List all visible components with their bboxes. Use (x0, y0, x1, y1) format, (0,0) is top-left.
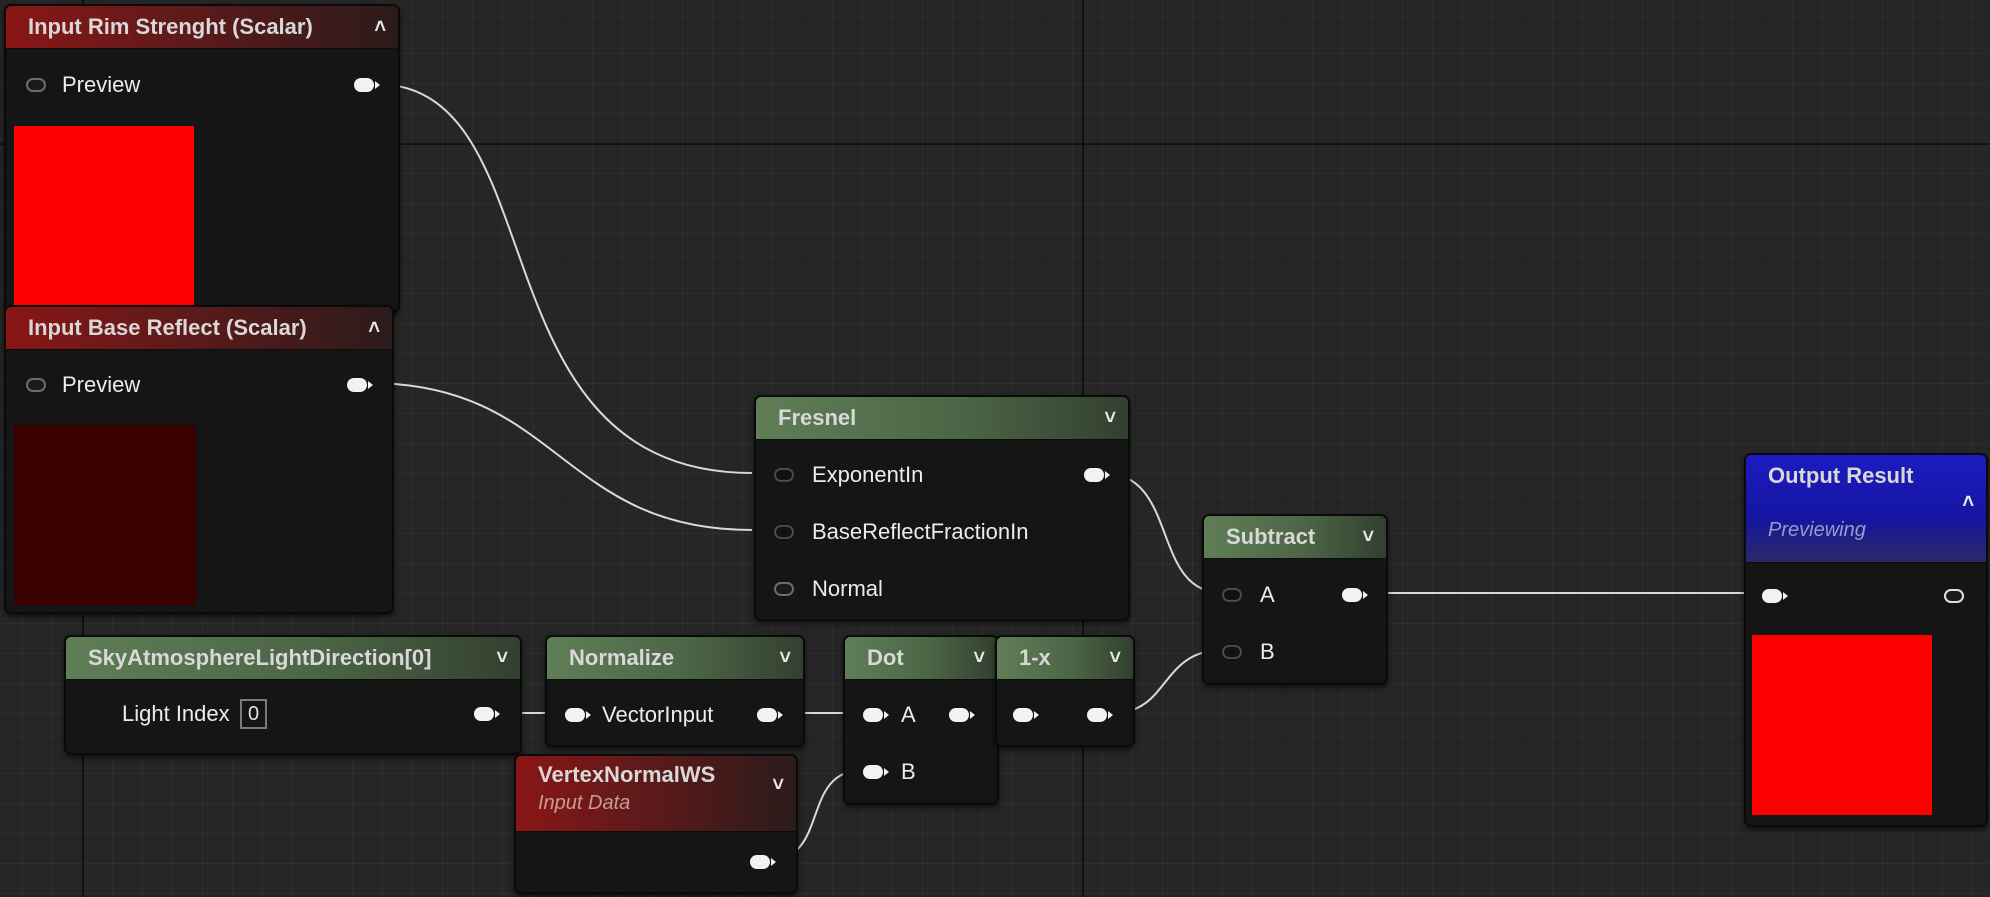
chevron-down-icon[interactable]: ˅ (496, 637, 508, 679)
input-pin[interactable] (26, 378, 46, 392)
node-header[interactable]: Subtract ˅ (1204, 516, 1386, 559)
node-title: VertexNormalWS (538, 762, 716, 787)
pin-label: BaseReflectFractionIn (812, 519, 1029, 544)
chevron-up-icon[interactable]: ˄ (1962, 491, 1974, 514)
node-normalize[interactable]: Normalize ˅ VectorInput (545, 635, 805, 747)
pin-label: B (1260, 639, 1275, 664)
node-header[interactable]: VertexNormalWS Input Data ˅ (516, 756, 796, 832)
output-pin[interactable] (474, 707, 500, 721)
chevron-down-icon[interactable]: ˅ (772, 774, 784, 797)
pin-label: Preview (62, 372, 141, 397)
pin-row-b: B (1204, 637, 1386, 667)
node-header[interactable]: Dot ˅ (845, 637, 997, 680)
output-pin[interactable] (949, 708, 975, 722)
output-pin[interactable] (347, 378, 373, 392)
chevron-down-icon[interactable]: ˅ (1104, 397, 1116, 439)
node-dot[interactable]: Dot ˅ A B (843, 635, 999, 805)
wire-base-to-basereflect (368, 382, 753, 531)
pin-row-result (1746, 581, 1986, 611)
input-pin[interactable] (26, 78, 46, 92)
input-pin[interactable] (863, 765, 889, 779)
node-input-rim-strength[interactable]: Input Rim Strenght (Scalar) ˄ Preview (4, 4, 400, 313)
node-header[interactable]: Input Base Reflect (Scalar) ˄ (6, 307, 392, 350)
input-pin[interactable] (863, 708, 889, 722)
pin-row-a: A (1204, 580, 1386, 610)
input-pin[interactable] (1222, 645, 1242, 659)
node-title: 1-x (1019, 645, 1051, 670)
node-header[interactable]: SkyAtmosphereLightDirection[0] ˅ (66, 637, 520, 680)
node-vertex-normal-ws[interactable]: VertexNormalWS Input Data ˅ (514, 754, 798, 894)
pin-row-a: A (845, 700, 997, 730)
pin-row-io (997, 700, 1133, 730)
preview-swatch (1752, 635, 1932, 815)
node-fresnel[interactable]: Fresnel ˅ ExponentIn BaseReflectFraction… (754, 395, 1130, 621)
pin-label: Normal (812, 576, 883, 601)
node-header[interactable]: Input Rim Strenght (Scalar) ˄ (6, 6, 398, 49)
output-pin[interactable] (354, 78, 380, 92)
node-input-base-reflect[interactable]: Input Base Reflect (Scalar) ˄ Preview (4, 305, 394, 614)
preview-swatch (14, 126, 194, 306)
node-subtract[interactable]: Subtract ˅ A B (1202, 514, 1388, 685)
input-pin[interactable] (1013, 708, 1039, 722)
node-one-minus[interactable]: 1-x ˅ (995, 635, 1135, 747)
pin-label: A (1260, 582, 1275, 607)
pin-label: VectorInput (602, 702, 714, 727)
input-pin[interactable] (1222, 588, 1242, 602)
node-title: Subtract (1226, 524, 1316, 549)
pin-row-b: B (845, 757, 997, 787)
pin-row-vectorinput: VectorInput (547, 700, 803, 730)
input-pin[interactable] (565, 708, 591, 722)
chevron-down-icon[interactable]: ˅ (1362, 516, 1374, 558)
light-index-label: Light Index (122, 701, 230, 726)
input-pin[interactable] (774, 582, 794, 596)
output-pin[interactable] (1087, 708, 1113, 722)
pin-label: B (901, 759, 916, 784)
node-header[interactable]: 1-x ˅ (997, 637, 1133, 680)
node-header[interactable]: Output Result Previewing ˄ (1746, 455, 1986, 563)
node-sky-atmosphere-light-direction[interactable]: SkyAtmosphereLightDirection[0] ˅ Light I… (64, 635, 522, 755)
pin-row-light-index: Light Index 0 (66, 699, 520, 729)
light-index-field[interactable]: 0 (240, 699, 268, 729)
pin-label: A (901, 702, 916, 727)
output-pin[interactable] (757, 708, 783, 722)
chevron-down-icon[interactable]: ˅ (973, 637, 985, 679)
pin-row-exponent: ExponentIn (756, 460, 1128, 490)
output-pin[interactable] (1084, 468, 1110, 482)
node-header[interactable]: Normalize ˅ (547, 637, 803, 680)
chevron-up-icon[interactable]: ˄ (374, 6, 386, 48)
pin-label: Preview (62, 72, 141, 97)
input-pin[interactable] (774, 525, 794, 539)
pin-row-preview: Preview (6, 70, 398, 100)
pin-row-preview: Preview (6, 370, 392, 400)
output-pin[interactable] (750, 855, 776, 869)
chevron-down-icon[interactable]: ˅ (1109, 637, 1121, 679)
pin-row-basereflect: BaseReflectFractionIn (756, 517, 1128, 547)
input-pin[interactable] (774, 468, 794, 482)
preview-swatch (14, 425, 196, 605)
pin-row-normal: Normal (756, 574, 1128, 604)
node-title: Normalize (569, 645, 675, 670)
node-title: SkyAtmosphereLightDirection[0] (88, 645, 432, 670)
chevron-up-icon[interactable]: ˄ (368, 307, 380, 349)
input-pin[interactable] (1762, 589, 1788, 603)
node-subtitle: Input Data (538, 792, 631, 814)
output-pin[interactable] (1944, 589, 1964, 603)
node-output-result[interactable]: Output Result Previewing ˄ (1744, 453, 1988, 827)
node-title: Dot (867, 645, 904, 670)
node-title: Input Base Reflect (Scalar) (28, 315, 307, 340)
node-title: Output Result (1768, 463, 1914, 488)
wire-rim-to-exponent (375, 83, 753, 474)
node-subtitle: Previewing (1768, 519, 1866, 541)
pin-row-output (516, 847, 796, 877)
node-title: Input Rim Strenght (Scalar) (28, 14, 313, 39)
node-header[interactable]: Fresnel ˅ (756, 397, 1128, 440)
output-pin[interactable] (1342, 588, 1368, 602)
pin-label: ExponentIn (812, 462, 924, 487)
chevron-down-icon[interactable]: ˅ (779, 637, 791, 679)
node-title: Fresnel (778, 405, 857, 430)
